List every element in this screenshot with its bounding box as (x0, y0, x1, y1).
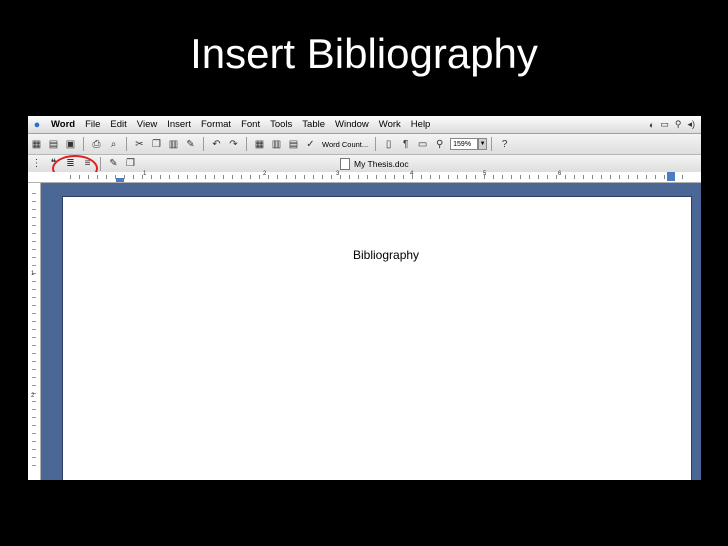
print-preview-icon[interactable]: ⌕ (106, 137, 121, 152)
vruler-mark: 2 (31, 393, 35, 399)
spotlight-icon[interactable]: ⚲ (675, 119, 682, 130)
spelling-icon[interactable]: ✓ (303, 137, 318, 152)
columns-icon[interactable]: ▥ (269, 137, 284, 152)
save-icon[interactable]: ▣ (63, 137, 78, 152)
new-document-icon[interactable]: ▦ (29, 137, 44, 152)
slide-title: Insert Bibliography (190, 30, 538, 77)
toolbar-divider (83, 137, 84, 151)
document-title: My Thesis.doc (340, 155, 409, 172)
document-page[interactable]: Bibliography (62, 196, 692, 480)
spreadsheet-icon[interactable]: ▤ (286, 137, 301, 152)
menu-insert[interactable]: Insert (162, 119, 196, 130)
document-filename: My Thesis.doc (354, 158, 409, 169)
toolbar-divider (100, 156, 101, 171)
ruler-mark: 5 (483, 171, 487, 177)
manage-sources-icon[interactable]: ❒ (123, 156, 138, 171)
ruler-mark: 2 (263, 171, 267, 177)
help-button[interactable]: ? (497, 137, 512, 152)
right-indent-marker[interactable] (667, 172, 675, 181)
menu-font[interactable]: Font (236, 119, 265, 130)
word-window: ● Word File Edit View Insert Format Font… (28, 116, 701, 480)
zoom-field[interactable]: 159% (450, 138, 479, 150)
table-icon[interactable]: ▦ (252, 137, 267, 152)
horizontal-ruler[interactable]: 1 2 3 4 5 6 (28, 171, 701, 183)
toolbar-grip-icon: ⋮ (31, 158, 42, 169)
toolbar-divider (375, 137, 377, 151)
bibliography-heading: Bibliography (353, 248, 420, 262)
menu-edit[interactable]: Edit (105, 119, 131, 130)
toolbar-divider (203, 137, 204, 151)
menu-tray: ◐ ▭ ⚲ ◂) (649, 119, 701, 130)
ruler-mark: 3 (336, 171, 340, 177)
format-painter-icon[interactable]: ✎ (183, 137, 198, 152)
menu-file[interactable]: File (80, 119, 105, 130)
menu-work[interactable]: Work (374, 119, 406, 130)
menu-word[interactable]: Word (46, 119, 80, 130)
battery-icon[interactable]: ▭ (660, 119, 669, 130)
standard-toolbar: ▦ ▤ ▣ ⎙ ⌕ ✂ ❐ ▥ ✎ ↶ ↷ ▦ ▥ ▤ ✓ Word Count… (28, 134, 701, 155)
vruler-mark: 1 (31, 271, 35, 277)
undo-icon[interactable]: ↶ (209, 137, 224, 152)
document-icon (340, 157, 350, 170)
toolbar-divider (246, 137, 247, 151)
menu-tools[interactable]: Tools (265, 119, 297, 130)
ruler-ticks (70, 175, 683, 179)
redo-icon[interactable]: ↷ (226, 137, 241, 152)
sync-icon[interactable]: ◐ (649, 120, 654, 130)
show-paragraph-button[interactable]: ¶ (398, 137, 413, 152)
edit-citation-icon[interactable]: ✎ (106, 156, 121, 171)
paste-icon[interactable]: ▥ (166, 137, 181, 152)
word-count-button[interactable]: Word Count... (319, 140, 371, 149)
vertical-ruler[interactable]: 1 2 (28, 183, 41, 480)
references-toolbar: ⋮ ❝ ≣ ≡ ✎ ❒ My Thesis.doc (28, 155, 701, 173)
menu-view[interactable]: View (132, 119, 162, 130)
vruler-ticks (32, 193, 36, 473)
open-icon[interactable]: ▤ (46, 137, 61, 152)
menu-help[interactable]: Help (406, 119, 436, 130)
copy-icon[interactable]: ❐ (149, 137, 164, 152)
toolbar-divider (491, 137, 493, 151)
zoom-dropdown-icon[interactable]: ▼ (478, 138, 488, 150)
indent-marker[interactable] (116, 178, 124, 182)
document-area: Bibliography (41, 183, 701, 480)
document-map-icon[interactable]: ▯ (381, 137, 396, 152)
ruler-mark: 6 (558, 171, 562, 177)
menu-format[interactable]: Format (196, 119, 236, 130)
apple-icon[interactable]: ● (28, 119, 46, 131)
menu-table[interactable]: Table (297, 119, 330, 130)
ruler-mark: 1 (143, 171, 147, 177)
menu-bar: ● Word File Edit View Insert Format Font… (28, 116, 701, 134)
volume-icon[interactable]: ◂) (687, 119, 695, 130)
cut-icon[interactable]: ✂ (132, 137, 147, 152)
menu-window[interactable]: Window (330, 119, 374, 130)
toolbar-divider (126, 137, 127, 151)
zoom-icon[interactable]: ⚲ (432, 137, 447, 152)
sidebar-toggle-icon[interactable]: ▭ (415, 137, 430, 152)
print-icon[interactable]: ⎙ (89, 137, 104, 152)
ruler-mark: 4 (410, 171, 414, 177)
